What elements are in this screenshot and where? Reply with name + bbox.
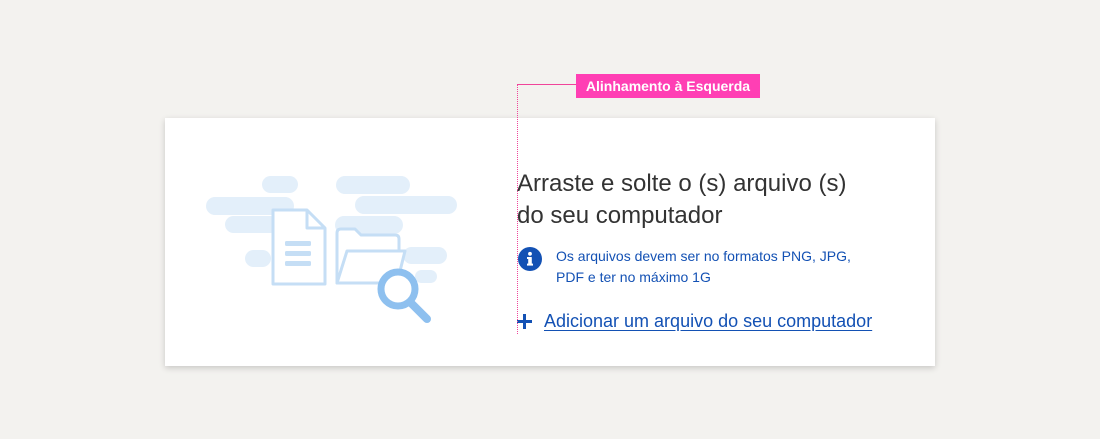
plus-icon <box>517 313 532 329</box>
alignment-guide-vertical <box>517 84 518 334</box>
file-folder-search-illustration <box>206 176 457 323</box>
cloud-shapes <box>206 176 457 283</box>
upload-title: Arraste e solte o (s) arquivo (s) do seu… <box>517 168 897 232</box>
alignment-guide-horizontal <box>517 84 577 85</box>
page: Alinhamento à Esquerda Arraste e solte o… <box>0 0 1100 439</box>
file-requirements-text: Os arquivos devem ser no formatos PNG, J… <box>556 246 876 288</box>
file-requirements-line-2: PDF e ter no máximo 1G <box>556 269 711 285</box>
info-icon <box>518 247 542 271</box>
upload-title-line-1: Arraste e solte o (s) arquivo (s) <box>517 170 847 197</box>
add-file-button[interactable]: Adicionar um arquivo do seu computador <box>517 306 872 336</box>
add-file-link[interactable]: Adicionar um arquivo do seu computador <box>544 309 872 333</box>
upload-dropzone-card[interactable]: Arraste e solte o (s) arquivo (s) do seu… <box>165 118 935 366</box>
upload-title-line-2: do seu computador <box>517 202 723 229</box>
alignment-annotation-tag: Alinhamento à Esquerda <box>576 74 760 98</box>
document-icon <box>271 208 327 286</box>
file-requirements-line-1: Os arquivos devem ser no formatos PNG, J… <box>556 248 851 264</box>
file-requirements-info: Os arquivos devem ser no formatos PNG, J… <box>517 246 897 288</box>
